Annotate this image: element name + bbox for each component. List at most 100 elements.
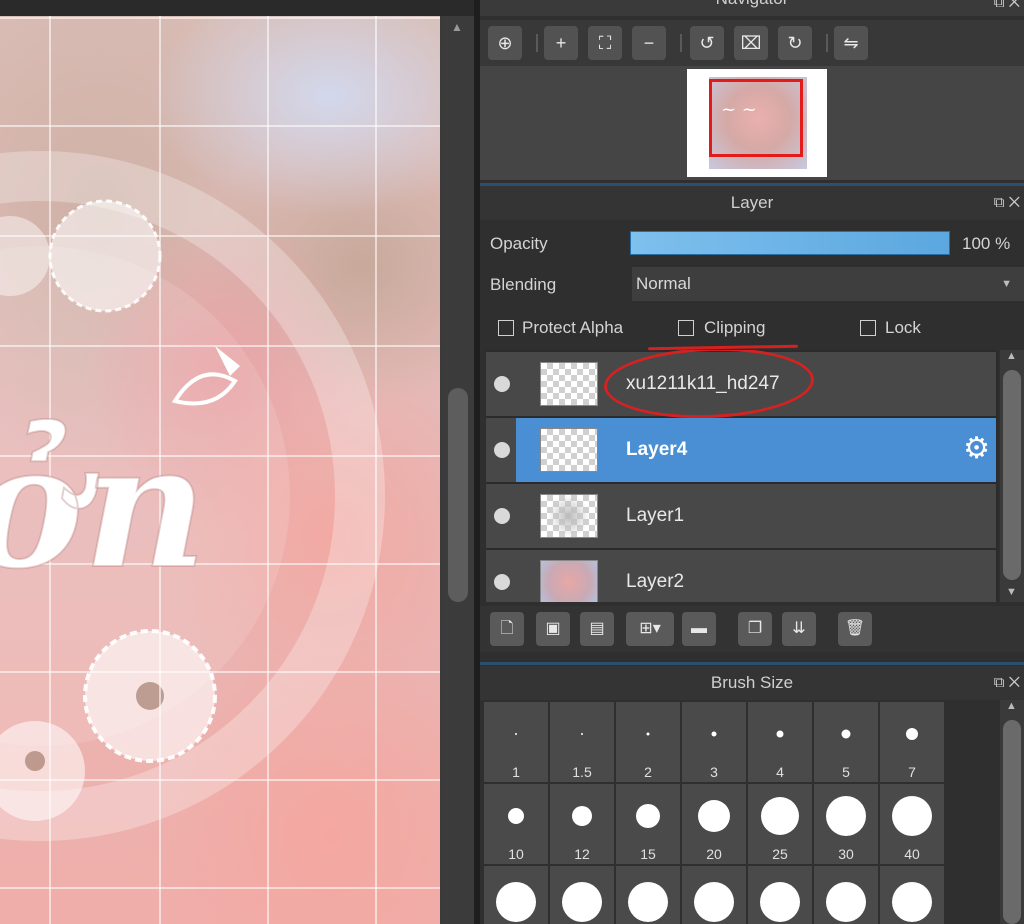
brush-size-dot xyxy=(636,804,660,828)
duplicate-layer-button[interactable]: ❐ xyxy=(738,612,772,646)
new-1bit-layer-button[interactable]: ▤ xyxy=(580,612,614,646)
brush-size-corner-icons[interactable]: ⧉ ✕ xyxy=(980,666,1024,700)
merge-layer-icon: ⇊ xyxy=(792,620,806,637)
zoom-in-button[interactable]: + xyxy=(544,26,578,60)
brush-size-label: 12 xyxy=(574,846,590,862)
scrollbar-thumb[interactable] xyxy=(448,388,468,602)
brush-size-cell[interactable]: 2 xyxy=(616,702,680,782)
brush-size-dot xyxy=(841,729,851,739)
lock-checkbox[interactable] xyxy=(860,320,876,336)
new-halftone-layer-button[interactable]: ▣ xyxy=(536,612,570,646)
zoom-out-button[interactable]: − xyxy=(632,26,666,60)
new-layer-icon: 🗋 xyxy=(500,620,514,637)
navigator-view-frame[interactable] xyxy=(709,79,803,157)
layer-row-selected[interactable]: Layer4 ⚙ xyxy=(486,418,996,482)
navigator-preview-area: ~ ~ xyxy=(480,66,1024,180)
scroll-down-arrow-icon[interactable]: ▼ xyxy=(1006,586,1017,598)
clipping-checkbox[interactable] xyxy=(678,320,694,336)
brush-size-dot xyxy=(776,730,784,738)
brush-size-cell[interactable]: 1 xyxy=(484,702,548,782)
brush-size-header: Brush Size ⧉ ✕ xyxy=(480,666,1024,700)
folder-button[interactable]: ▬ xyxy=(682,612,716,646)
brush-size-cell[interactable]: 5 xyxy=(814,702,878,782)
zoom-actual-icon: ⊕ xyxy=(497,33,513,53)
layer-thumbnail xyxy=(540,494,598,538)
scrollbar-thumb[interactable] xyxy=(1003,720,1021,924)
app-window: ởn ▲ Navigator ⧉ ✕ ⊕ + ⛶ − ↺ ⌧ ↻ ⇋ ~ ~ Layer ⧉ … xyxy=(0,0,1024,924)
scroll-up-arrow-icon[interactable]: ▲ xyxy=(1006,700,1017,712)
layer-row[interactable]: xu1211k11_hd247 xyxy=(486,350,996,422)
visibility-toggle-icon[interactable] xyxy=(494,376,510,392)
brush-size-cell[interactable]: 3 xyxy=(682,702,746,782)
brush-size-cell[interactable] xyxy=(616,866,680,924)
right-panel: Navigator ⧉ ✕ ⊕ + ⛶ − ↺ ⌧ ↻ ⇋ ~ ~ Layer ⧉ ✕ Opa… xyxy=(480,0,1024,924)
layer-list-scrollbar[interactable]: ▲ ▼ xyxy=(1000,350,1024,602)
brush-size-cell[interactable]: 1.5 xyxy=(550,702,614,782)
visibility-toggle-icon[interactable] xyxy=(494,508,510,524)
navigator-corner-icons[interactable]: ⧉ ✕ xyxy=(980,0,1024,20)
flip-horizontal-button[interactable]: ⇋ xyxy=(834,26,868,60)
brush-size-label: 1.5 xyxy=(572,764,592,780)
brush-size-dot xyxy=(892,796,932,836)
rotate-left-icon: ↺ xyxy=(699,33,715,53)
brush-size-cell[interactable]: 4 xyxy=(748,702,812,782)
brush-size-label: 40 xyxy=(904,846,920,862)
reset-view-button[interactable]: ⌧ xyxy=(734,26,768,60)
blending-label: Blending xyxy=(490,275,557,294)
trash-button[interactable]: 🗑 xyxy=(838,612,872,646)
brush-size-label: 2 xyxy=(644,764,652,780)
opacity-value: 100 % xyxy=(962,234,1011,253)
opacity-slider[interactable] xyxy=(630,231,950,255)
brush-size-scrollbar[interactable]: ▲ xyxy=(1000,700,1024,924)
merge-layer-button[interactable]: ⇊ xyxy=(782,612,816,646)
canvas-vertical-scrollbar[interactable]: ▲ xyxy=(442,16,474,924)
zoom-actual-button[interactable]: ⊕ xyxy=(488,26,522,60)
artwork-flower xyxy=(48,199,162,313)
brush-size-cell[interactable]: 30 xyxy=(814,784,878,864)
trash-icon: 🗑 xyxy=(844,620,866,637)
scroll-up-arrow-icon[interactable]: ▲ xyxy=(451,20,463,34)
new-layer-button[interactable]: 🗋 xyxy=(490,612,524,646)
brush-size-cell[interactable]: 40 xyxy=(880,784,944,864)
add-layer-dropdown-button[interactable]: ⊞▾ xyxy=(626,612,674,646)
layer-row[interactable]: Layer1 xyxy=(486,484,996,548)
fit-screen-icon: ⛶ xyxy=(598,33,612,53)
brush-size-cell[interactable]: 10 xyxy=(484,784,548,864)
protect-alpha-checkbox[interactable] xyxy=(498,320,514,336)
clipping-label: Clipping xyxy=(704,318,766,337)
brush-size-dot xyxy=(826,882,866,922)
brush-size-cell[interactable] xyxy=(748,866,812,924)
fit-screen-button[interactable]: ⛶ xyxy=(588,26,622,60)
brush-size-cell[interactable] xyxy=(880,866,944,924)
drawing-canvas[interactable]: ởn xyxy=(0,16,440,924)
duplicate-layer-icon: ❐ xyxy=(747,620,763,637)
visibility-toggle-icon[interactable] xyxy=(494,442,510,458)
canvas-area[interactable]: ởn ▲ xyxy=(0,0,474,924)
blending-select[interactable]: Normal ▼ xyxy=(632,267,1024,301)
brush-size-dot xyxy=(906,728,918,740)
navigator-thumbnail[interactable]: ~ ~ xyxy=(687,69,827,177)
brush-size-cell[interactable]: 15 xyxy=(616,784,680,864)
brush-size-dot xyxy=(581,733,583,735)
brush-size-cell[interactable] xyxy=(484,866,548,924)
scrollbar-thumb[interactable] xyxy=(1003,370,1021,580)
gear-icon[interactable]: ⚙ xyxy=(963,433,990,465)
brush-size-cell[interactable]: 25 xyxy=(748,784,812,864)
brush-size-cell[interactable] xyxy=(550,866,614,924)
brush-size-cell[interactable]: 20 xyxy=(682,784,746,864)
visibility-toggle-icon[interactable] xyxy=(494,574,510,590)
layer-thumbnail xyxy=(540,362,598,406)
brush-size-dot xyxy=(711,731,717,737)
add-layer-dropdown-icon: ⊞▾ xyxy=(639,620,661,637)
layer-panel-corner-icons[interactable]: ⧉ ✕ xyxy=(980,186,1024,220)
canvas-artwork: ởn xyxy=(0,16,440,924)
rotate-left-button[interactable]: ↺ xyxy=(690,26,724,60)
brush-size-cell[interactable] xyxy=(682,866,746,924)
layer-row[interactable]: Layer2 xyxy=(486,550,996,602)
brush-size-cell[interactable] xyxy=(814,866,878,924)
brush-size-cell[interactable]: 12 xyxy=(550,784,614,864)
brush-size-cell[interactable]: 7 xyxy=(880,702,944,782)
rotate-right-button[interactable]: ↻ xyxy=(778,26,812,60)
brush-size-title: Brush Size xyxy=(710,673,794,692)
scroll-up-arrow-icon[interactable]: ▲ xyxy=(1006,350,1017,362)
